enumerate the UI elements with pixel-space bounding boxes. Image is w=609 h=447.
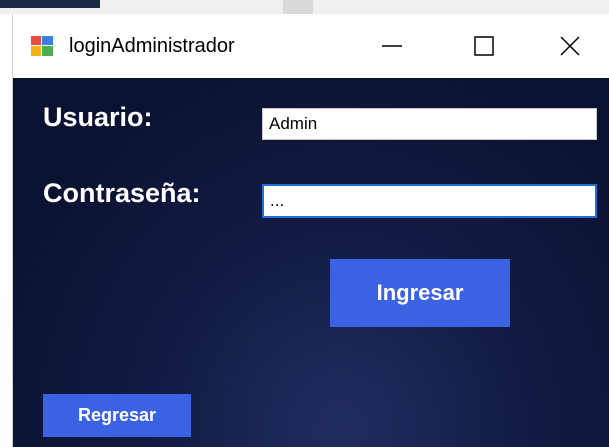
title-bar[interactable]: loginAdministrador (13, 14, 609, 78)
login-form: Usuario: Contraseña: Ingresar Regresar (13, 78, 609, 447)
app-form-icon (31, 36, 53, 56)
maximize-button[interactable] (453, 14, 515, 78)
close-button[interactable] (539, 14, 601, 78)
contrasena-input[interactable] (262, 184, 597, 218)
ingresar-button[interactable]: Ingresar (330, 259, 510, 327)
background-window-bar (0, 0, 100, 8)
minimize-icon (382, 45, 402, 47)
login-window: loginAdministrador Usuario: Contraseña: … (12, 14, 609, 447)
background-window-strip (0, 0, 609, 14)
maximize-icon (474, 36, 494, 56)
close-icon (560, 36, 580, 56)
background-window-tab (283, 0, 313, 14)
regresar-button[interactable]: Regresar (43, 394, 191, 437)
minimize-button[interactable] (361, 14, 423, 78)
contrasena-label: Contraseña: (43, 178, 201, 208)
usuario-label: Usuario: (43, 102, 153, 132)
window-title: loginAdministrador (69, 35, 235, 57)
usuario-input[interactable] (262, 108, 597, 140)
